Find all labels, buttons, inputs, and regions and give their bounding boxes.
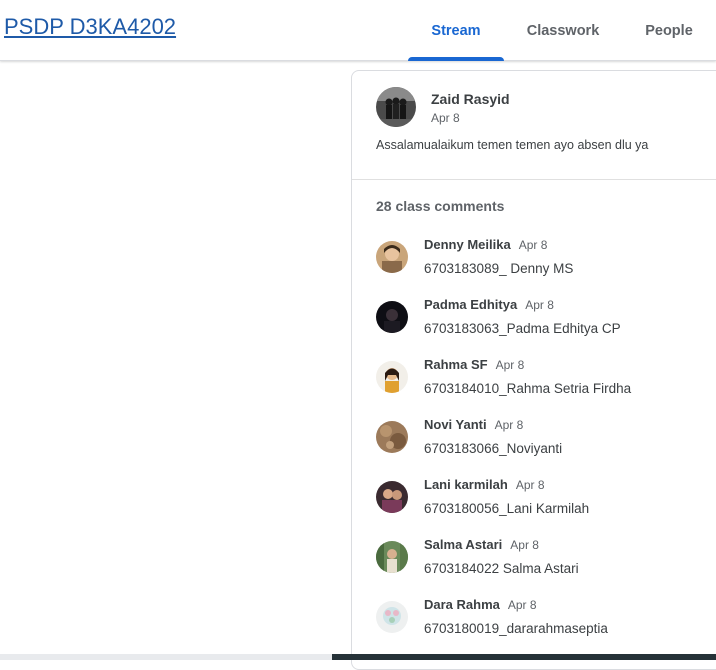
class-comments-count[interactable]: 28 class comments (376, 198, 504, 214)
comment-date: Apr 8 (515, 478, 545, 492)
comment-date: Apr 8 (494, 418, 524, 432)
stream-post-card: Zaid Rasyid Apr 8 Assalamualaikum temen … (351, 70, 716, 670)
comment-item: Rahma SF Apr 8 6703184010_Rahma Setria Fi… (376, 355, 716, 411)
comment-text: 6703184010_Rahma Setria Firdha (424, 381, 632, 396)
active-tab-indicator (408, 57, 504, 61)
comment-item: Padma Edhitya Apr 8 6703183063_Padma Edhi… (376, 295, 716, 351)
comment-text: 6703183066_Noviyanti (424, 441, 563, 456)
class-title-link[interactable]: PSDP D3KA4202 (4, 14, 176, 40)
commenter-name: Denny Meilika Apr 8 (424, 237, 548, 252)
comment-text: 6703184022 Salma Astari (424, 561, 579, 576)
commenter-avatar (376, 421, 408, 453)
commenter-avatar (376, 301, 408, 333)
post-date: Apr 8 (431, 111, 460, 125)
comment-item: Salma Astari Apr 8 6703184022 Salma Astar… (376, 535, 716, 591)
page-bottom-edge-dark (332, 654, 716, 660)
comment-text: 6703183089_ Denny MS (424, 261, 574, 276)
post-divider (352, 179, 716, 180)
comment-date: Apr 8 (507, 598, 537, 612)
commenter-name: Novi Yanti Apr 8 (424, 417, 524, 432)
tab-stream[interactable]: Stream (408, 0, 504, 61)
comment-item: Lani karmilah Apr 8 6703180056_Lani Karmi… (376, 475, 716, 531)
top-app-bar: PSDP D3KA4202 Stream Classwork People (0, 0, 716, 61)
post-body-text: Assalamualaikum temen temen ayo absen dl… (376, 138, 649, 152)
comment-date: Apr 8 (518, 238, 548, 252)
comment-date: Apr 8 (495, 358, 525, 372)
commenter-avatar (376, 541, 408, 573)
tab-stream-label: Stream (431, 22, 481, 39)
commenter-avatar (376, 481, 408, 513)
comment-date: Apr 8 (525, 298, 554, 312)
tab-classwork[interactable]: Classwork (518, 0, 608, 61)
commenter-avatar (376, 601, 408, 633)
tab-people[interactable]: People (636, 0, 702, 61)
tab-people-label: People (645, 22, 693, 39)
commenter-name: Lani karmilah Apr 8 (424, 477, 545, 492)
post-author-name: Zaid Rasyid (431, 91, 510, 107)
commenter-avatar (376, 241, 408, 273)
comment-item: Dara Rahma Apr 8 6703180019_dararahmasept… (376, 595, 716, 651)
comment-text: 6703183063_Padma Edhitya CP (424, 321, 621, 336)
commenter-name: Padma Edhitya Apr 8 (424, 297, 554, 312)
comment-date: Apr 8 (510, 538, 539, 552)
comment-text: 6703180019_dararahmaseptia (424, 621, 608, 636)
page-bottom-edge (0, 654, 332, 660)
post-author-avatar[interactable] (376, 87, 416, 127)
commenter-name: Salma Astari Apr 8 (424, 537, 539, 552)
commenter-name: Rahma SF Apr 8 (424, 357, 525, 372)
comment-item: Novi Yanti Apr 8 6703183066_Noviyanti (376, 415, 716, 471)
commenter-avatar (376, 361, 408, 393)
comment-item: Denny Meilika Apr 8 6703183089_ Denny MS (376, 235, 716, 291)
comment-text: 6703180056_Lani Karmilah (424, 501, 590, 516)
tab-classwork-label: Classwork (526, 22, 600, 39)
commenter-name: Dara Rahma Apr 8 (424, 597, 537, 612)
